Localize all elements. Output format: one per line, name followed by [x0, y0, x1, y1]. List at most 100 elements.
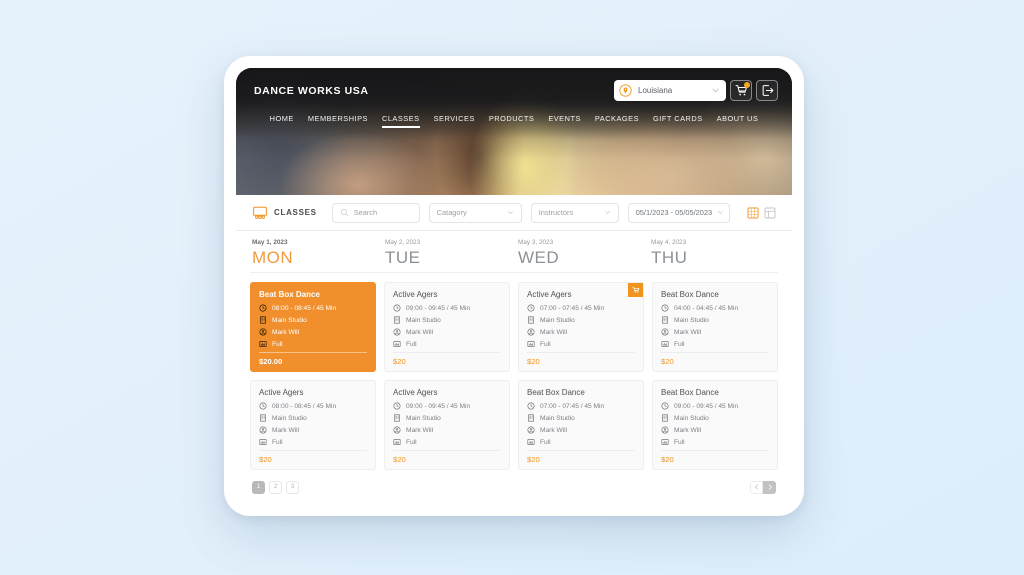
person-icon [661, 426, 669, 434]
site-header-bar: DANCE WORKS USA Louisiana [236, 68, 792, 101]
grid-view-icon[interactable] [747, 207, 759, 219]
cart-button[interactable] [730, 80, 752, 101]
capacity-icon [661, 341, 669, 347]
date-range-picker[interactable]: 05/1/2023 - 05/05/2023 [627, 202, 730, 223]
previous-page-button[interactable] [750, 480, 763, 494]
class-instructor-row: Mark Will [527, 426, 635, 434]
clock-icon [661, 402, 669, 410]
class-card[interactable]: Active Agers 09:00 - 09:45 / 45 Min Main… [384, 380, 510, 470]
pagination-arrows [750, 480, 776, 494]
site-brand: DANCE WORKS USA [254, 84, 369, 97]
location-pin-icon [619, 84, 632, 97]
day-name: THU [651, 248, 688, 267]
next-page-button[interactable] [763, 480, 776, 494]
class-title: Beat Box Dance [527, 388, 585, 397]
nav-item-home[interactable]: HOME [270, 114, 294, 128]
chevron-right-icon [768, 484, 772, 490]
nav-item-classes[interactable]: CLASSES [381, 114, 420, 128]
class-price: $20 [661, 352, 769, 371]
class-price: $20 [527, 352, 635, 371]
class-room-row: Main Studio [393, 316, 501, 324]
class-card[interactable]: Beat Box Dance 07:00 - 07:45 / 45 Min Ma… [518, 380, 644, 470]
class-instructor-row: Mark Will [661, 328, 769, 336]
class-instructor: Mark Will [406, 328, 434, 336]
capacity-icon [661, 439, 669, 445]
class-capacity-row: Full [527, 438, 635, 446]
class-capacity: Full [540, 438, 551, 446]
class-room: Main Studio [406, 414, 441, 422]
class-room-row: Main Studio [259, 414, 367, 422]
nav-item-events[interactable]: EVENTS [548, 114, 581, 128]
class-room: Main Studio [540, 414, 575, 422]
class-room: Main Studio [540, 316, 575, 324]
clock-icon [661, 304, 669, 312]
chevron-down-icon [718, 210, 724, 215]
class-instructor: Mark Will [272, 328, 300, 336]
page-button-1[interactable]: 1 [252, 480, 265, 494]
class-time: 07:00 - 07:45 / 45 Min [540, 304, 605, 312]
day-date: May 3, 2023 [518, 239, 554, 246]
nav-item-gift-cards[interactable]: GIFT CARDS [653, 114, 703, 128]
class-price: $20.00 [259, 352, 367, 371]
studio-icon [662, 316, 668, 324]
page-button-2[interactable]: 2 [269, 480, 282, 494]
day-column-header-tue: May 2, 2023 TUE [385, 239, 510, 268]
clock-icon [393, 304, 401, 312]
search-input[interactable]: Search [331, 202, 420, 223]
class-title: Beat Box Dance [259, 290, 320, 299]
capacity-icon [527, 439, 535, 445]
class-price: $20 [259, 450, 367, 469]
class-room-row: Main Studio [527, 414, 635, 422]
class-price: $20 [527, 450, 635, 469]
class-room: Main Studio [272, 316, 307, 324]
class-capacity: Full [540, 340, 551, 348]
class-title: Beat Box Dance [661, 388, 719, 397]
class-capacity-row: Full [259, 438, 367, 446]
class-room: Main Studio [674, 414, 709, 422]
nav-item-products[interactable]: PRODUCTS [489, 114, 534, 128]
list-view-icon[interactable] [764, 207, 776, 219]
clock-icon [259, 402, 267, 410]
cart-badge[interactable] [628, 283, 643, 297]
page-button-3[interactable]: 3 [286, 480, 299, 494]
day-name: WED [518, 248, 560, 267]
class-card[interactable]: Beat Box Dance 08:00 - 08:45 / 45 Min Ma… [250, 282, 376, 372]
location-selector[interactable]: Louisiana [614, 80, 726, 101]
class-instructor: Mark Will [540, 426, 568, 434]
studio-icon [394, 414, 400, 422]
person-icon [661, 328, 669, 336]
login-button[interactable] [756, 80, 778, 101]
page-number-group: 1 2 3 [252, 480, 299, 494]
class-capacity-row: Full [393, 340, 501, 348]
view-toggle-group [747, 207, 776, 219]
nav-item-services[interactable]: SERVICES [434, 114, 475, 128]
chevron-down-icon [507, 210, 513, 215]
class-room: Main Studio [674, 316, 709, 324]
instructors-dropdown[interactable]: Instructors [530, 202, 619, 223]
day-column-header-wed: May 3, 2023 WED [518, 239, 643, 268]
cart-count-badge [744, 82, 750, 88]
class-time: 04:00 - 04:45 / 45 Min [674, 304, 739, 312]
capacity-icon [259, 439, 267, 445]
studio-icon [528, 414, 534, 422]
nav-item-about-us[interactable]: ABOUT US [717, 114, 759, 128]
class-room-row: Main Studio [527, 316, 635, 324]
class-card[interactable]: Beat Box Dance 04:00 - 04:45 / 45 Min Ma… [652, 282, 778, 372]
day-name: MON [252, 248, 294, 267]
capacity-icon [393, 439, 401, 445]
capacity-icon [527, 341, 535, 347]
class-card[interactable]: Active Agers 09:00 - 09:45 / 45 Min Main… [384, 282, 510, 372]
login-icon [762, 85, 773, 96]
class-room: Main Studio [272, 414, 307, 422]
nav-item-memberships[interactable]: MEMBERSHIPS [308, 114, 368, 128]
pagination: 1 2 3 [236, 470, 792, 504]
class-title: Active Agers [259, 388, 304, 397]
nav-item-packages[interactable]: PACKAGES [595, 114, 639, 128]
class-card[interactable]: Active Agers 08:00 - 08:45 / 45 Min Main… [250, 380, 376, 470]
category-dropdown[interactable]: Catagory [428, 202, 522, 223]
class-instructor-row: Mark Will [393, 328, 501, 336]
class-capacity: Full [674, 438, 685, 446]
class-card[interactable]: Beat Box Dance 09:00 - 09:45 / 45 Min Ma… [652, 380, 778, 470]
class-time-row: 08:00 - 08:45 / 45 Min [259, 402, 367, 410]
class-card[interactable]: Active Agers 07:00 - 07:45 / 45 Min Main… [518, 282, 644, 372]
